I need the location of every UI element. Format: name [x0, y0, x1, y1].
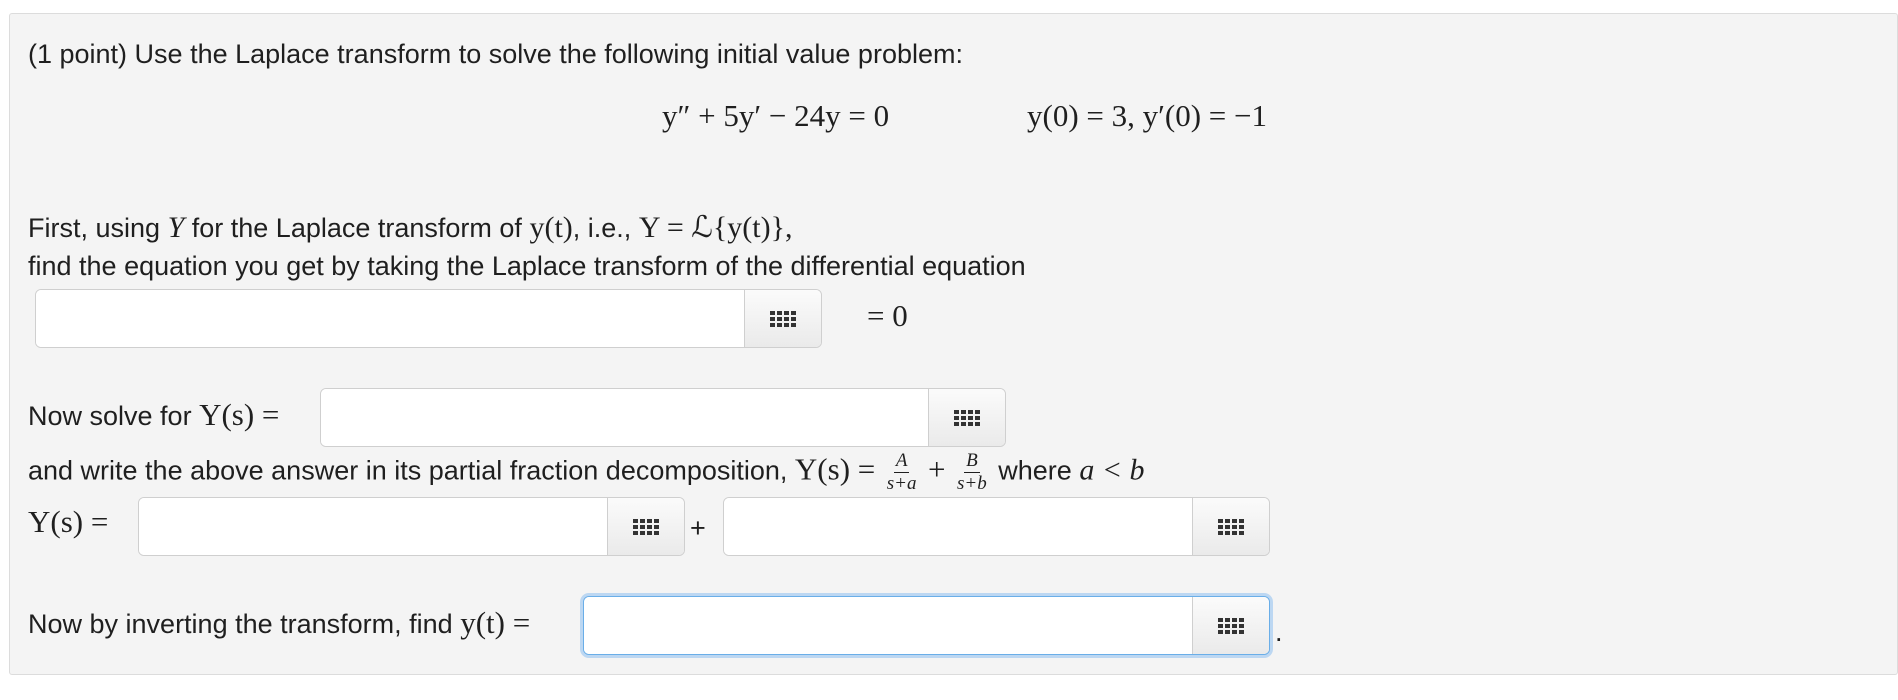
partial-fraction-A-answer-box	[138, 497, 685, 556]
initial-conditions: y(0) = 3, y′(0) = −1	[1027, 98, 1268, 133]
transformed-equation-answer-box	[35, 289, 822, 348]
step1-text-before: First, using	[28, 213, 161, 243]
partial-fraction-A-input[interactable]	[139, 498, 607, 555]
equation-editor-grid-icon	[954, 409, 980, 426]
Ys-row-label: Y(s) =	[28, 504, 109, 539]
where-text: where	[998, 455, 1072, 486]
step4-label: Now by inverting the transform, find y(t…	[28, 605, 530, 641]
equation-editor-grid-icon	[1218, 518, 1244, 535]
condition-a-less-b: a < b	[1079, 453, 1145, 487]
equation-editor-button[interactable]	[928, 389, 1005, 446]
step3-text: and write the above answer in its partia…	[28, 455, 788, 486]
equation-editor-button[interactable]	[1192, 498, 1269, 555]
step1-instruction: First, using Y for the Laplace transform…	[28, 210, 793, 246]
trailing-period: .	[1275, 617, 1283, 647]
equation-editor-button[interactable]	[607, 498, 684, 555]
transformed-equation-input[interactable]	[36, 290, 744, 347]
Ys-answer-box	[320, 388, 1006, 447]
equation-editor-grid-icon	[633, 518, 659, 535]
step2-label-math: Y(s) =	[199, 397, 280, 432]
plus-sign: +	[928, 451, 946, 487]
problem-panel: (1 point) Use the Laplace transform to s…	[9, 13, 1898, 675]
equation-editor-grid-icon	[1218, 617, 1244, 634]
symbol-Y: Y	[167, 211, 185, 244]
equals-zero: = 0	[867, 298, 908, 333]
step4-label-math: y(t) =	[460, 605, 531, 640]
problem-intro: (1 point) Use the Laplace transform to s…	[28, 39, 963, 69]
equation-editor-grid-icon	[770, 310, 796, 327]
step1-text-ie: , i.e.,	[572, 213, 632, 243]
partial-fraction-B-input[interactable]	[724, 498, 1192, 555]
Ys-input[interactable]	[321, 389, 928, 446]
yt-answer-box	[583, 596, 1270, 655]
step3-instruction: and write the above answer in its partia…	[28, 451, 1145, 494]
equation-editor-button[interactable]	[744, 290, 821, 347]
fraction-A-over-s-plus-a: A s+a	[886, 450, 917, 494]
equation-editor-button[interactable]	[1192, 597, 1269, 654]
step2-label: Now solve for Y(s) =	[28, 397, 279, 433]
fraction-B-over-s-plus-b: B s+b	[957, 450, 987, 494]
step2-label-text: Now solve for	[28, 401, 192, 431]
ode-equation: y″ + 5y′ − 24y = 0	[662, 98, 890, 133]
step1-text-middle: for the Laplace transform of	[191, 213, 522, 243]
step3-lhs: Y(s) =	[794, 451, 876, 487]
expr-yt: y(t)	[529, 211, 573, 244]
step1-line2: find the equation you get by taking the …	[28, 251, 1026, 281]
step4-label-text: Now by inverting the transform, find	[28, 609, 453, 639]
partial-fraction-B-answer-box	[723, 497, 1270, 556]
plus-between-fractions: +	[690, 513, 706, 543]
yt-input[interactable]	[584, 597, 1192, 654]
laplace-definition: Y = ℒ{y(t)},	[638, 211, 793, 244]
